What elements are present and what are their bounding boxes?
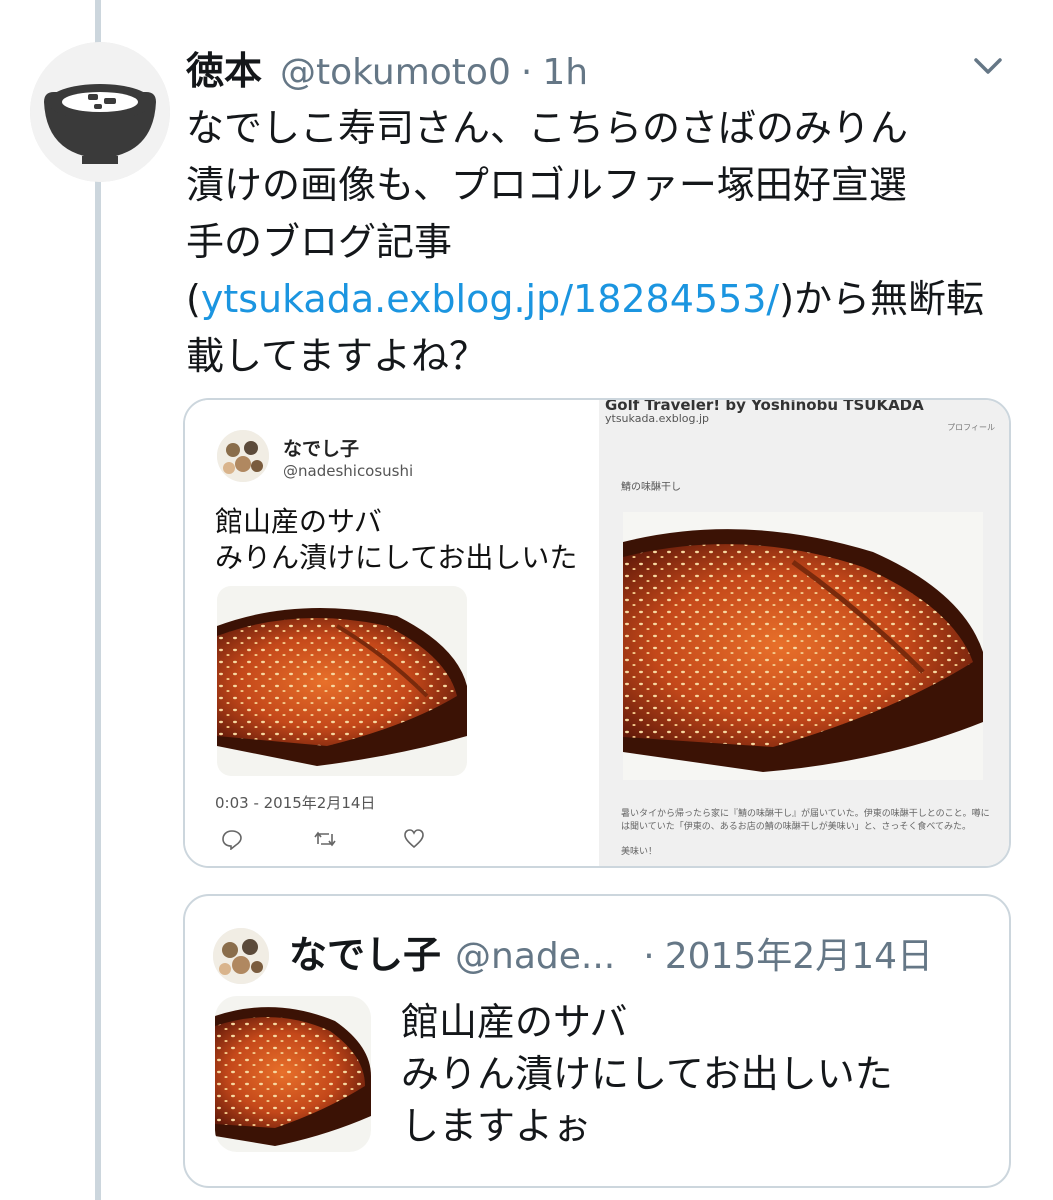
user-avatar[interactable] <box>30 42 170 182</box>
blog-corner-label: プロフィール <box>947 423 995 432</box>
nadeshiko-avatar <box>217 430 269 482</box>
panel-text-line: みりん漬けにしてお出しいた <box>215 541 578 574</box>
screenshot-blog-panel: Golf Traveler! by Yoshinobu TSUKADA ytsu… <box>599 400 1009 866</box>
panel-display-name: なでし子 <box>283 438 360 460</box>
panel-text: 館山産のサバ みりん漬けにしてお出しいた <box>215 504 595 576</box>
user-handle[interactable]: @tokumoto0 <box>280 52 511 93</box>
blog-caption-2: 美味い！ <box>621 847 658 857</box>
screenshot-tweet-panel: なでし子 @nadeshicosushi 館山産のサバ みりん漬けにしてお出しい… <box>185 400 597 866</box>
tweet-line: なでしこ寿司さん、こちらのさばのみりん <box>186 106 909 150</box>
quoted-line: しますよぉ <box>401 1104 592 1148</box>
tweet-header: 徳本 @tokumoto0 · 1h <box>186 40 588 100</box>
quoted-header: なでし子 @nade... · 2015年2月14日 <box>289 924 933 979</box>
blog-mackerel-photo <box>623 512 983 780</box>
reply-icon <box>222 830 242 850</box>
panel-actions <box>221 828 441 854</box>
quoted-line: 館山産のサバ <box>401 1000 628 1044</box>
panel-handle: @nadeshicosushi <box>283 462 414 480</box>
display-name[interactable]: 徳本 <box>186 40 262 95</box>
attached-image[interactable]: なでし子 @nadeshicosushi 館山産のサバ みりん漬けにしてお出しい… <box>183 398 1011 868</box>
bowl-logo-icon <box>30 42 170 182</box>
blog-url: ytsukada.exblog.jp <box>605 412 710 425</box>
tweet-text: なでしこ寿司さん、こちらのさばのみりん 漬けの画像も、プロゴルファー塚田好宣選 … <box>186 100 1026 385</box>
quoted-thumbnail <box>215 996 371 1152</box>
like-icon <box>404 829 424 849</box>
blog-caption: 暑いタイから帰ったら家に『鯖の味醂干し』が届いていた。伊東の味醂干しとのこと。噂… <box>621 809 990 832</box>
separator-dot: · <box>520 52 533 93</box>
quoted-text: 館山産のサバ みりん漬けにしてお出しいた しますよぉ <box>401 996 991 1152</box>
quoted-avatar <box>213 928 269 984</box>
panel-text-line: 館山産のサバ <box>215 505 382 538</box>
quoted-date: 2015年2月14日 <box>664 936 934 977</box>
quoted-handle: @nade... <box>455 936 616 977</box>
tweet-time[interactable]: 1h <box>542 52 588 93</box>
chevron-down-icon[interactable] <box>968 52 1008 82</box>
grilled-mackerel-photo <box>217 586 467 776</box>
retweet-icon <box>314 831 336 847</box>
quoted-tweet[interactable]: なでし子 @nade... · 2015年2月14日 館山産のサバ みりん漬けに… <box>183 894 1011 1188</box>
separator-dot: · <box>643 936 655 977</box>
tweet-line: 手のブログ記事 <box>186 220 453 264</box>
blog-post-title: 鯖の味醂干し <box>621 482 681 493</box>
paren-open: ( <box>186 277 201 321</box>
tweet-line: 載してますよね？ <box>186 334 487 378</box>
panel-timestamp: 0:03 - 2015年2月14日 <box>215 794 376 812</box>
tweet-line: )から無断転 <box>779 277 985 321</box>
quoted-display-name: なでし子 <box>289 933 442 977</box>
blog-link[interactable]: ytsukada.exblog.jp/18284553/ <box>201 277 779 321</box>
tweet-line: 漬けの画像も、プロゴルファー塚田好宣選 <box>186 163 907 207</box>
quoted-line: みりん漬けにしてお出しいた <box>401 1052 893 1096</box>
